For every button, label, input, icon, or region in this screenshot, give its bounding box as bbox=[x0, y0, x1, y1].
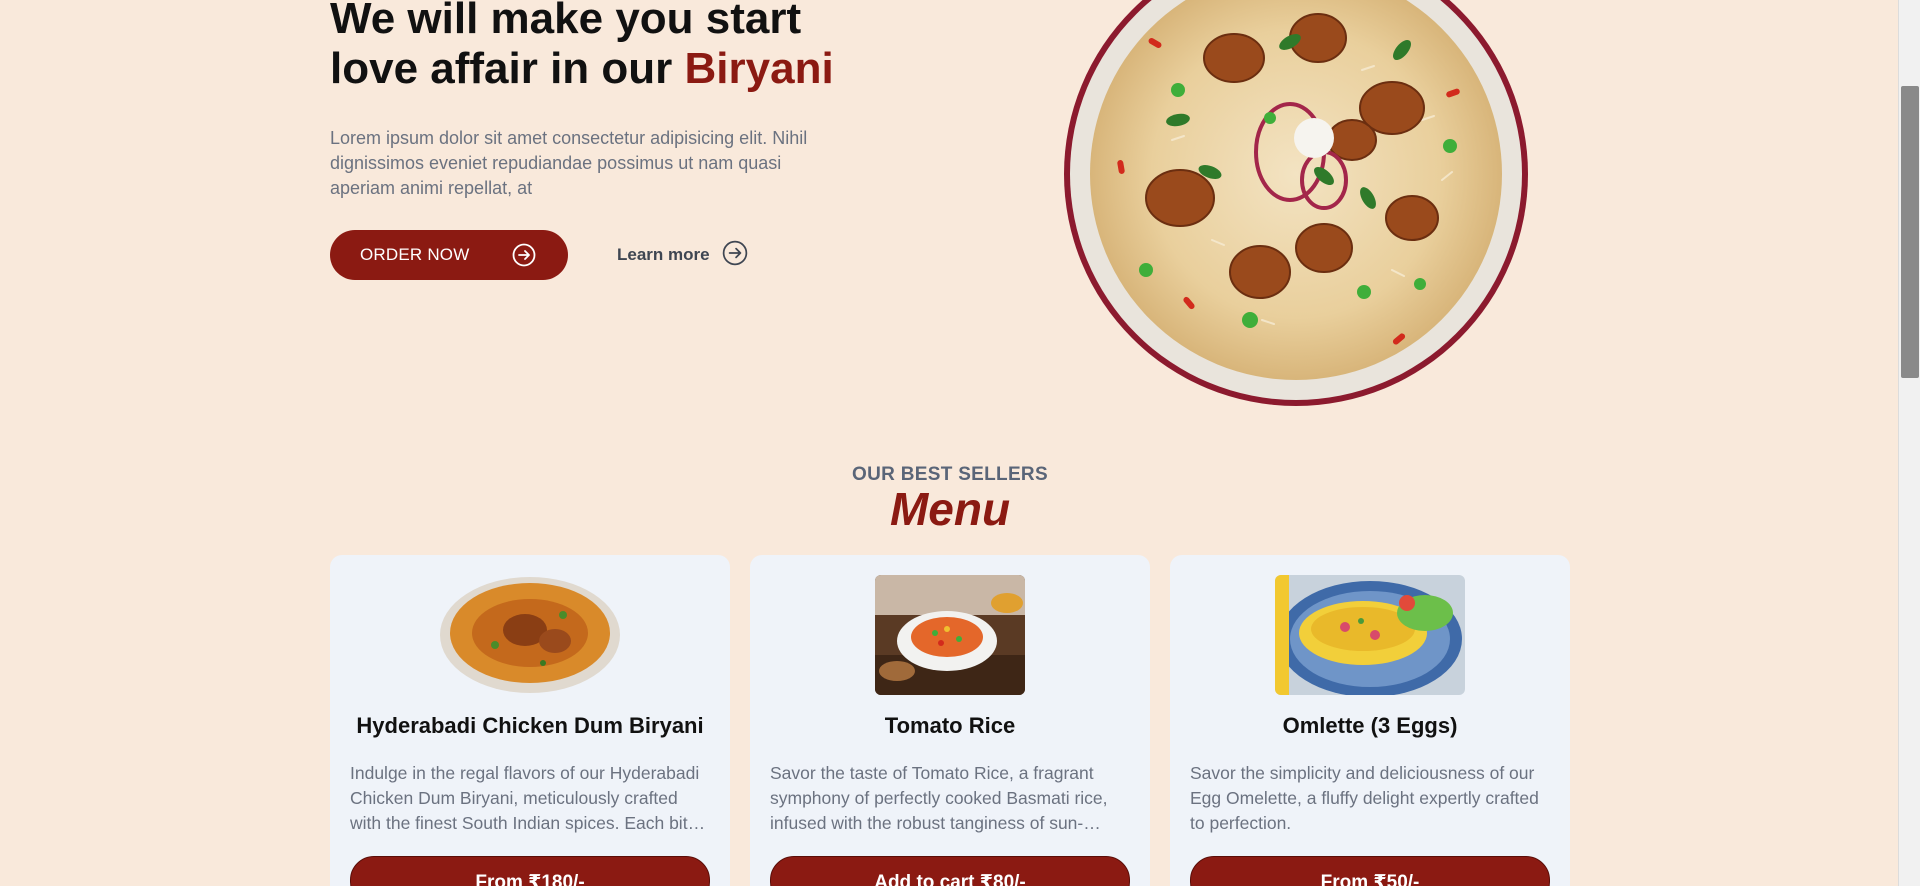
arrow-right-circle-icon bbox=[722, 240, 748, 271]
hero-title: We will make you start love affair in ou… bbox=[330, 0, 890, 94]
menu-item-price-button[interactable]: Add to cart ₹80/- bbox=[770, 856, 1130, 886]
hero-title-line1: We will make you start bbox=[330, 0, 802, 43]
menu-item-name: Tomato Rice bbox=[884, 713, 1016, 738]
scrollbar-thumb[interactable] bbox=[1901, 86, 1919, 378]
menu-item-description: Savor the simplicity and deliciousness o… bbox=[1190, 763, 1539, 833]
page-scrollbar[interactable] bbox=[1898, 0, 1920, 886]
omelette-image bbox=[1275, 575, 1465, 695]
tomato-rice-image bbox=[875, 575, 1025, 695]
biryani-plate-image bbox=[435, 575, 625, 695]
menu-item-description: Indulge in the regal flavors of our Hyde… bbox=[350, 763, 700, 833]
order-now-label: ORDER NOW bbox=[360, 245, 470, 264]
menu-item-description: Savor the taste of Tomato Rice, a fragra… bbox=[770, 763, 1108, 833]
menu-item-name: Hyderabadi Chicken Dum Biryani bbox=[356, 713, 704, 738]
menu-item-price-button[interactable]: From ₹180/- bbox=[350, 856, 710, 886]
menu-card: Omlette (3 Eggs) Savor the simplicity an… bbox=[1170, 555, 1570, 886]
hero-biryani-plate-image bbox=[1062, 0, 1530, 408]
hero-title-line2: love affair in our bbox=[330, 44, 685, 93]
menu-item-price-button[interactable]: From ₹50/- bbox=[1190, 856, 1550, 886]
menu-card: Hyderabadi Chicken Dum Biryani Indulge i… bbox=[330, 555, 730, 886]
arrow-right-circle-icon bbox=[512, 243, 536, 272]
hero-description: Lorem ipsum dolor sit amet consectetur a… bbox=[330, 128, 808, 198]
menu-item-name: Omlette (3 Eggs) bbox=[1282, 713, 1458, 738]
order-now-button[interactable]: ORDER NOW bbox=[330, 230, 568, 280]
menu-title: Menu bbox=[889, 483, 1011, 535]
menu-card: Tomato Rice Savor the taste of Tomato Ri… bbox=[750, 555, 1150, 886]
learn-more-link[interactable]: Learn more bbox=[617, 240, 748, 270]
hero-title-accent: Biryani bbox=[684, 44, 834, 93]
learn-more-label: Learn more bbox=[617, 245, 710, 264]
